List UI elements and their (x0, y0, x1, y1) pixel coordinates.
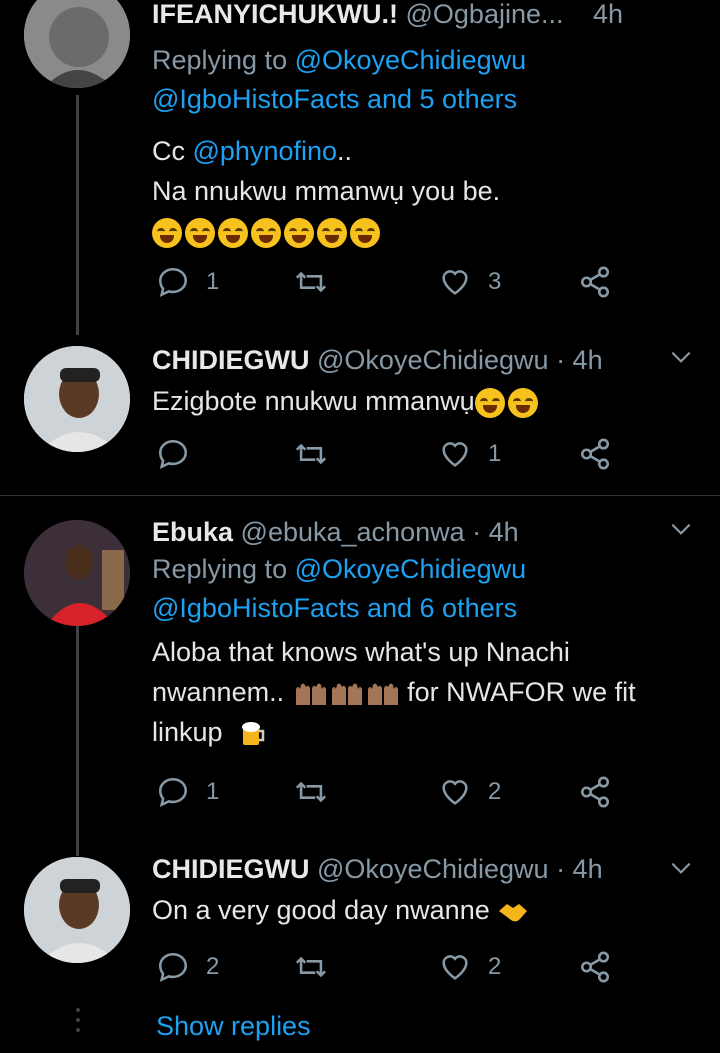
display-name[interactable]: Ebuka (152, 517, 233, 547)
share-icon (580, 266, 610, 298)
reply-icon (158, 777, 188, 808)
like-count: 1 (488, 440, 502, 467)
avatar[interactable] (24, 520, 130, 626)
share-button[interactable] (578, 434, 612, 474)
retweet-icon (295, 443, 327, 465)
mention-link[interactable]: @phynofino (193, 136, 338, 166)
replying-to: Replying to @OkoyeChidiegwu @IgboHistoFa… (152, 45, 527, 114)
heart-icon (442, 780, 468, 805)
tweet-header: CHIDIEGWU @OkoyeChidiegwu · 4h (152, 851, 690, 887)
user-handle[interactable]: @Ogbajine... (406, 0, 564, 29)
chevron-down-icon[interactable] (668, 344, 694, 370)
share-icon (580, 776, 610, 808)
share-icon (580, 438, 610, 470)
user-handle[interactable]: @OkoyeChidiegwu (317, 854, 549, 884)
retweet-button[interactable] (294, 262, 344, 302)
tweet-2[interactable]: CHIDIEGWU @OkoyeChidiegwu · 4h Ezigbote … (0, 330, 720, 495)
like-button[interactable]: 1 (438, 434, 501, 474)
reply-button[interactable]: 1 (156, 772, 219, 812)
like-button[interactable]: 3 (438, 262, 501, 302)
tears-of-joy-icon (474, 387, 505, 418)
reply-count: 1 (206, 778, 220, 805)
tweet-text: Ezigbote nnukwu mmanwụ (152, 381, 690, 421)
thread-dots (76, 1008, 80, 1038)
tears-of-joy-icon (317, 217, 347, 248)
reply-others[interactable]: @IgboHistoFacts and 5 others (152, 84, 517, 114)
laughing-emoji-row (152, 216, 383, 248)
reply-count: 2 (206, 953, 220, 980)
tweet-1[interactable]: IFEANYICHUKWU.! @Ogbajine... 4h Replying… (0, 0, 720, 335)
reply-count: 1 (206, 268, 220, 295)
share-button[interactable] (578, 947, 612, 987)
tears-of-joy-icon (218, 217, 248, 248)
reply-others[interactable]: @IgboHistoFacts and 6 others (152, 593, 517, 623)
tears-of-joy-icon (350, 217, 380, 248)
reply-mention[interactable]: @OkoyeChidiegwu (295, 554, 527, 584)
tweet-3[interactable]: Ebuka @ebuka_achonwa · 4h Replying to @O… (0, 496, 720, 856)
heart-icon (442, 270, 468, 295)
tears-of-joy-icon (284, 217, 314, 248)
tweet-4[interactable]: CHIDIEGWU @OkoyeChidiegwu · 4h On a very… (0, 841, 720, 1011)
tweet-header: CHIDIEGWU @OkoyeChidiegwu · 4h (152, 342, 690, 378)
timestamp: · 4h (556, 345, 603, 375)
reply-button[interactable]: 2 (156, 947, 219, 987)
display-name[interactable]: IFEANYICHUKWU.! (152, 0, 398, 29)
share-button[interactable] (578, 262, 612, 302)
handshake-icon (499, 903, 528, 922)
like-count: 2 (488, 953, 502, 980)
retweet-icon (295, 956, 327, 978)
avatar[interactable] (24, 857, 130, 963)
like-button[interactable]: 2 (438, 947, 501, 987)
reply-mention[interactable]: @OkoyeChidiegwu (295, 45, 527, 75)
timestamp: · 4h (556, 854, 603, 884)
like-count: 3 (488, 268, 502, 295)
reply-button[interactable]: 1 (156, 262, 219, 302)
thread-line (76, 95, 79, 335)
user-handle[interactable]: @ebuka_achonwa (241, 517, 465, 547)
retweet-icon (295, 781, 327, 803)
chevron-down-icon[interactable] (668, 855, 694, 881)
raising-hands-icon (367, 683, 398, 705)
replying-to: Replying to @OkoyeChidiegwu @IgboHistoFa… (152, 554, 527, 623)
share-icon (580, 951, 610, 983)
timestamp: 4h (593, 0, 624, 29)
retweet-button[interactable] (294, 772, 344, 812)
raising-hands-icon (295, 683, 326, 705)
avatar[interactable] (24, 0, 130, 88)
raising-hands-icon (331, 683, 362, 705)
thread-line (76, 626, 79, 856)
reply-button[interactable] (156, 434, 206, 474)
tweet-header: Ebuka @ebuka_achonwa · 4h (152, 514, 690, 550)
tweet-text: On a very good day nwanne (152, 890, 690, 930)
heart-icon (442, 955, 468, 980)
reply-icon (158, 952, 188, 983)
display-name[interactable]: CHIDIEGWU (152, 854, 310, 884)
chevron-down-icon[interactable] (668, 516, 694, 542)
like-count: 2 (488, 778, 502, 805)
reply-icon (158, 267, 188, 298)
heart-icon (442, 442, 468, 467)
tears-of-joy-icon (251, 217, 281, 248)
retweet-button[interactable] (294, 947, 344, 987)
retweet-button[interactable] (294, 434, 344, 474)
timestamp: · 4h (472, 517, 519, 547)
show-replies-link[interactable]: Show replies (156, 1011, 311, 1042)
tears-of-joy-icon (507, 387, 538, 418)
tweet-text: Cc @phynofino.. Na nnukwu mmanwụ you be. (152, 131, 690, 251)
retweet-icon (295, 271, 327, 293)
tears-of-joy-icon (185, 217, 215, 248)
user-handle[interactable]: @OkoyeChidiegwu (317, 345, 549, 375)
tweet-text: Aloba that knows what's up Nnachi nwanne… (152, 637, 636, 747)
tears-of-joy-icon (152, 217, 182, 248)
display-name[interactable]: CHIDIEGWU (152, 345, 310, 375)
avatar[interactable] (24, 346, 130, 452)
beer-mug-icon (242, 721, 265, 745)
like-button[interactable]: 2 (438, 772, 501, 812)
tweet-header: IFEANYICHUKWU.! @Ogbajine... 4h (152, 0, 690, 32)
share-button[interactable] (578, 772, 612, 812)
reply-icon (158, 439, 188, 470)
